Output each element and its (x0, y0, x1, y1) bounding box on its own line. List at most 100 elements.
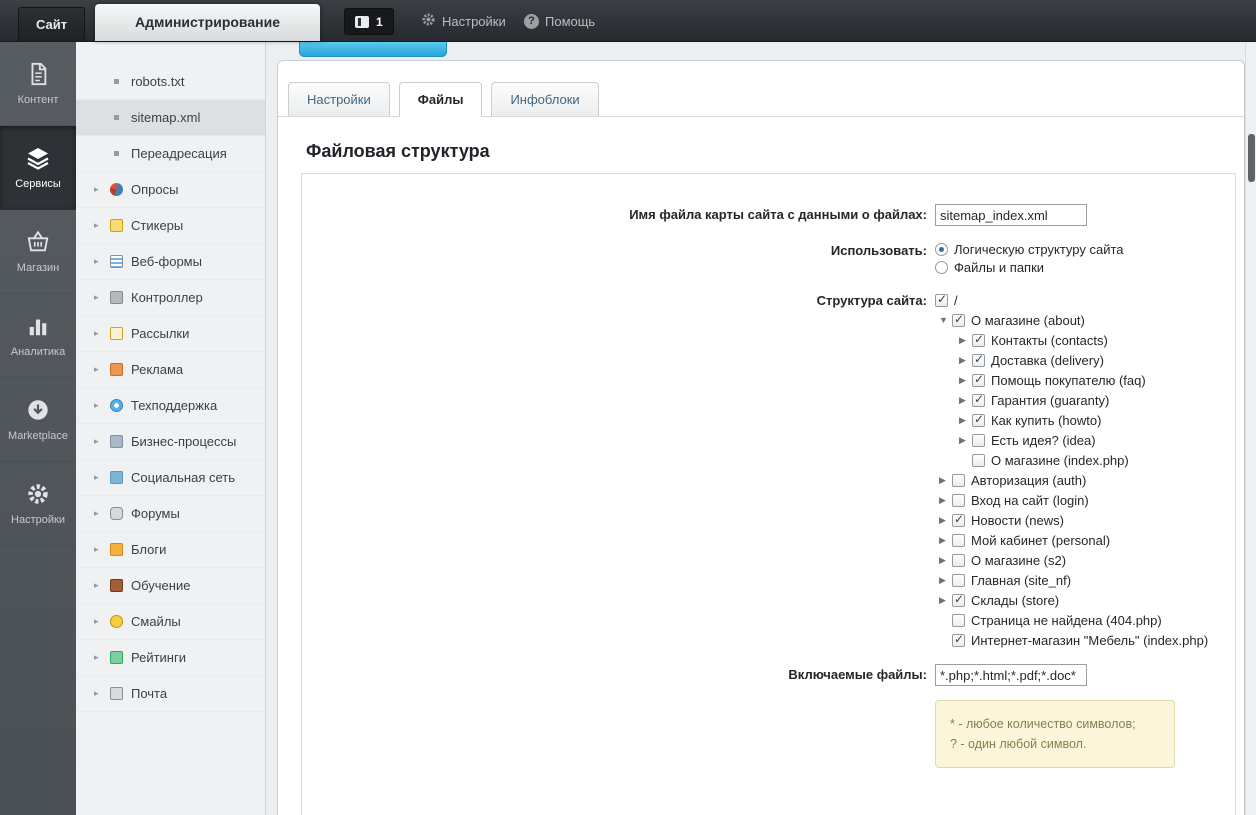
expand-arrow-icon[interactable]: ▸ (94, 472, 108, 483)
expand-arrow-icon[interactable]: ▸ (94, 256, 108, 267)
tree-node[interactable]: Страница не найдена (404.php) (935, 610, 1208, 630)
iconbar-item-settings[interactable]: Настройки (0, 462, 76, 546)
sidebar-item-controller[interactable]: ▸ Контроллер (76, 280, 265, 316)
tree-node[interactable]: ▶Контакты (contacts) (935, 330, 1208, 350)
expand-arrow-icon[interactable]: ▶ (939, 575, 952, 586)
collapse-arrow-icon[interactable]: ▼ (939, 315, 952, 325)
expand-arrow-icon[interactable]: ▸ (94, 184, 108, 195)
tree-node[interactable]: Интернет-магазин "Мебель" (index.php) (935, 630, 1208, 650)
tab-2[interactable]: Инфоблоки (491, 82, 599, 116)
iconbar-item-content[interactable]: Контент (0, 42, 76, 126)
checkbox[interactable] (972, 412, 985, 427)
sidebar-item-webforms[interactable]: ▸ Веб-формы (76, 244, 265, 280)
checkbox[interactable] (972, 392, 985, 407)
expand-arrow-icon[interactable]: ▶ (959, 355, 972, 366)
radio-option-0[interactable]: Логическую структуру сайта (935, 240, 1124, 258)
tree-node[interactable]: ▶ Главная (site_nf) (935, 570, 1208, 590)
expand-arrow-icon[interactable]: ▸ (94, 364, 108, 375)
tab-0[interactable]: Настройки (288, 82, 390, 116)
checkbox[interactable] (952, 632, 965, 647)
iconbar-item-services[interactable]: Сервисы (0, 126, 76, 210)
radio-icon[interactable] (935, 242, 948, 256)
sidebar-item-mailing[interactable]: ▸ Рассылки (76, 316, 265, 352)
expand-arrow-icon[interactable]: ▶ (959, 375, 972, 386)
checkbox[interactable] (952, 553, 965, 567)
tree-node[interactable]: ▶Доставка (delivery) (935, 350, 1208, 370)
tree-node[interactable]: ▶Как купить (howto) (935, 410, 1208, 430)
tree-node[interactable]: ▶Гарантия (guaranty) (935, 390, 1208, 410)
sidebar-item-robots[interactable]: robots.txt (76, 64, 265, 100)
expand-arrow-icon[interactable]: ▸ (94, 328, 108, 339)
sidebar-item-redirect[interactable]: Переадресация (76, 136, 265, 172)
expand-arrow-icon[interactable]: ▶ (939, 595, 952, 606)
expand-arrow-icon[interactable]: ▸ (94, 400, 108, 411)
tab-1[interactable]: Файлы (398, 82, 483, 117)
expand-arrow-icon[interactable]: ▸ (94, 652, 108, 663)
filename-input[interactable] (935, 204, 1087, 226)
sidebar-item-training[interactable]: ▸ Обучение (76, 568, 265, 604)
sidebar-item-ads[interactable]: ▸ Реклама (76, 352, 265, 388)
checkbox[interactable] (952, 573, 965, 587)
iconbar-item-analytics[interactable]: Аналитика (0, 294, 76, 378)
expand-arrow-icon[interactable]: ▸ (94, 220, 108, 231)
sidebar-item-polls[interactable]: ▸ Опросы (76, 172, 265, 208)
tree-node[interactable]: ▶Помощь покупателю (faq) (935, 370, 1208, 390)
checkbox[interactable] (935, 292, 948, 307)
checkbox[interactable] (952, 512, 965, 527)
sidebar-item-blogs[interactable]: ▸ Блоги (76, 532, 265, 568)
admin-tab[interactable]: Администрирование (95, 4, 320, 41)
radio-icon[interactable] (935, 260, 948, 274)
expand-arrow-icon[interactable]: ▶ (939, 495, 952, 506)
iconbar-item-shop[interactable]: Магазин (0, 210, 76, 294)
checkbox[interactable] (972, 433, 985, 447)
sidebar-item-mail[interactable]: ▸ Почта (76, 676, 265, 712)
tree-node[interactable]: ▶ Авторизация (auth) (935, 470, 1208, 490)
expand-arrow-icon[interactable]: ▸ (94, 436, 108, 447)
tree-node[interactable]: / (935, 290, 1208, 310)
expand-arrow-icon[interactable]: ▶ (959, 395, 972, 406)
expand-arrow-icon[interactable]: ▶ (959, 335, 972, 346)
sidebar-item-bizproc[interactable]: ▸ Бизнес-процессы (76, 424, 265, 460)
checkbox[interactable] (972, 372, 985, 387)
sidebar-item-support[interactable]: ▸ Техподдержка (76, 388, 265, 424)
tree-node[interactable]: ▶Склады (store) (935, 590, 1208, 610)
expand-arrow-icon[interactable]: ▶ (959, 415, 972, 426)
tree-node[interactable]: ▶ Вход на сайт (login) (935, 490, 1208, 510)
site-tab[interactable]: Сайт (18, 7, 86, 41)
sidebar-item-ratings[interactable]: ▸ Рейтинги (76, 640, 265, 676)
expand-arrow-icon[interactable]: ▶ (939, 475, 952, 486)
checkbox[interactable] (952, 493, 965, 507)
expand-arrow-icon[interactable]: ▸ (94, 544, 108, 555)
tree-node[interactable]: ▶Новости (news) (935, 510, 1208, 530)
tree-node[interactable]: ▶ О магазине (s2) (935, 550, 1208, 570)
checkbox[interactable] (972, 453, 985, 467)
sidebar-item-forums[interactable]: ▸ Форумы (76, 496, 265, 532)
expand-arrow-icon[interactable]: ▶ (939, 555, 952, 566)
scrollbar[interactable] (1245, 42, 1256, 815)
sidebar-item-smiles[interactable]: ▸ Смайлы (76, 604, 265, 640)
tree-node[interactable]: О магазине (index.php) (935, 450, 1208, 470)
scrollbar-thumb[interactable] (1248, 134, 1255, 182)
expand-arrow-icon[interactable]: ▸ (94, 508, 108, 519)
topbar-settings-button[interactable]: Настройки (421, 0, 506, 42)
expand-arrow-icon[interactable]: ▶ (939, 515, 952, 526)
checkbox[interactable] (952, 473, 965, 487)
expand-arrow-icon[interactable]: ▸ (94, 580, 108, 591)
checkbox[interactable] (952, 613, 965, 627)
checkbox[interactable] (952, 312, 965, 327)
checkbox[interactable] (972, 352, 985, 367)
checkbox[interactable] (972, 332, 985, 347)
radio-option-1[interactable]: Файлы и папки (935, 258, 1124, 276)
iconbar-item-marketplace[interactable]: Marketplace (0, 378, 76, 462)
sidebar-item-stickers[interactable]: ▸ Стикеры (76, 208, 265, 244)
tree-node[interactable]: ▼О магазине (about) (935, 310, 1208, 330)
include-files-input[interactable] (935, 664, 1087, 686)
expand-arrow-icon[interactable]: ▸ (94, 616, 108, 627)
expand-arrow-icon[interactable]: ▸ (94, 292, 108, 303)
checkbox[interactable] (952, 592, 965, 607)
expand-arrow-icon[interactable]: ▶ (939, 535, 952, 546)
sidebar-item-social[interactable]: ▸ Социальная сеть (76, 460, 265, 496)
tree-node[interactable]: ▶ Есть идея? (idea) (935, 430, 1208, 450)
checkbox[interactable] (952, 533, 965, 547)
expand-arrow-icon[interactable]: ▸ (94, 688, 108, 699)
